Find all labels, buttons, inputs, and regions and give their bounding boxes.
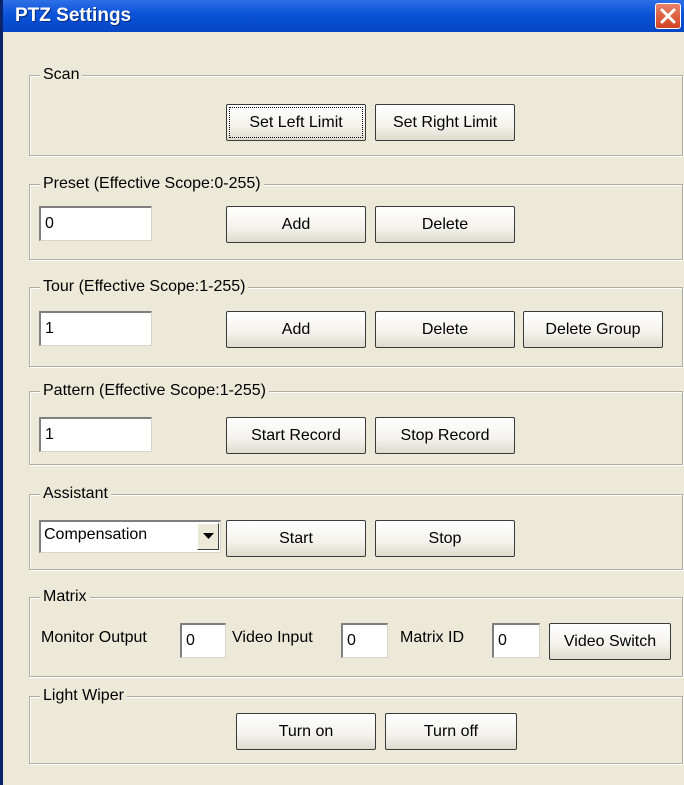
chevron-down-icon xyxy=(203,533,214,539)
tour-legend: Tour (Effective Scope:1-255) xyxy=(40,277,249,297)
assistant-mode-value: Compensation xyxy=(44,526,148,543)
video-input-label: Video Input xyxy=(232,629,313,646)
set-right-limit-button[interactable]: Set Right Limit xyxy=(375,104,515,141)
preset-legend: Preset (Effective Scope:0-255) xyxy=(40,174,264,194)
turn-off-button[interactable]: Turn off xyxy=(385,713,517,750)
preset-number-input[interactable] xyxy=(39,206,152,241)
video-input-field[interactable] xyxy=(341,623,388,658)
tour-number-input[interactable] xyxy=(39,311,152,346)
preset-add-button[interactable]: Add xyxy=(226,206,366,243)
preset-group: Preset (Effective Scope:0-255) Add Delet… xyxy=(29,174,683,260)
assistant-group: Assistant Compensation Start Stop xyxy=(29,484,683,570)
matrix-legend: Matrix xyxy=(40,587,90,607)
matrix-group: Matrix Monitor Output Video Input Matrix… xyxy=(29,587,683,677)
light-wiper-group: Light Wiper Turn on Turn off xyxy=(29,686,683,764)
assistant-legend: Assistant xyxy=(40,484,111,504)
monitor-output-label: Monitor Output xyxy=(41,629,147,646)
assistant-start-button[interactable]: Start xyxy=(226,520,366,557)
video-switch-button[interactable]: Video Switch xyxy=(549,623,671,660)
scan-group: Scan Set Left Limit Set Right Limit xyxy=(29,65,683,156)
pattern-number-input[interactable] xyxy=(39,417,152,452)
monitor-output-input[interactable] xyxy=(180,623,226,658)
window-title: PTZ Settings xyxy=(15,5,132,26)
pattern-legend: Pattern (Effective Scope:1-255) xyxy=(40,381,269,401)
title-bar[interactable]: PTZ Settings xyxy=(3,0,684,32)
tour-add-button[interactable]: Add xyxy=(226,311,366,348)
matrix-id-label: Matrix ID xyxy=(400,629,464,646)
set-left-limit-button[interactable]: Set Left Limit xyxy=(226,104,366,141)
start-record-button[interactable]: Start Record xyxy=(226,417,366,454)
preset-delete-button[interactable]: Delete xyxy=(375,206,515,243)
assistant-stop-button[interactable]: Stop xyxy=(375,520,515,557)
close-button[interactable] xyxy=(655,3,681,29)
turn-on-button[interactable]: Turn on xyxy=(236,713,376,750)
dropdown-button[interactable] xyxy=(197,523,219,550)
tour-delete-button[interactable]: Delete xyxy=(375,311,515,348)
close-icon xyxy=(660,8,676,24)
tour-delete-group-button[interactable]: Delete Group xyxy=(523,311,663,348)
pattern-group: Pattern (Effective Scope:1-255) Start Re… xyxy=(29,381,683,465)
matrix-id-input[interactable] xyxy=(492,623,540,658)
tour-group: Tour (Effective Scope:1-255) Add Delete … xyxy=(29,277,683,367)
scan-legend: Scan xyxy=(40,65,83,85)
light-wiper-legend: Light Wiper xyxy=(40,686,127,706)
ptz-settings-dialog: PTZ Settings Scan Set Left Limit Set Rig… xyxy=(0,0,684,785)
stop-record-button[interactable]: Stop Record xyxy=(375,417,515,454)
assistant-mode-select[interactable]: Compensation xyxy=(39,520,221,553)
